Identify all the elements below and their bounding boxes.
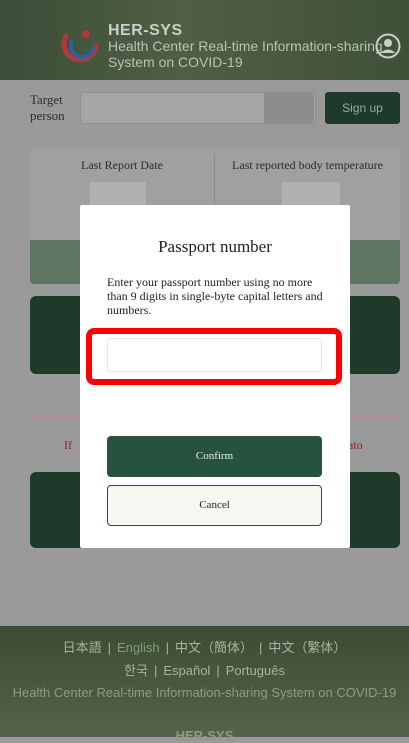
notice-text-right: ato bbox=[348, 438, 363, 452]
notice-text-left: If bbox=[64, 438, 72, 452]
brand-subtitle: Health Center Real-time Information-shar… bbox=[108, 38, 383, 70]
lang-english[interactable]: English bbox=[117, 640, 160, 655]
lang-spanish[interactable]: Español bbox=[163, 663, 210, 678]
modal-title: Passport number bbox=[158, 237, 272, 256]
lang-chinese-traditional[interactable]: 中文（繁体） bbox=[268, 640, 346, 655]
modal-description: Enter your passport number using no more… bbox=[107, 275, 323, 317]
last-temperature-label: Last reported body temperature bbox=[232, 158, 383, 172]
input-highlight-box bbox=[86, 328, 342, 385]
lang-portuguese[interactable]: Português bbox=[226, 663, 285, 678]
lang-chinese-simplified[interactable]: 中文（簡体） bbox=[175, 640, 253, 655]
language-row-2: 한국 | Español | Português bbox=[124, 663, 285, 678]
lang-japanese[interactable]: 日本語 bbox=[63, 640, 102, 655]
user-account-icon[interactable] bbox=[375, 33, 401, 59]
language-row-1: 日本語 | English | 中文（簡体） | 中文（繁体） bbox=[62, 640, 347, 655]
cancel-button[interactable]: Cancel bbox=[107, 485, 322, 526]
signup-button[interactable]: Sign up bbox=[325, 92, 400, 124]
last-report-date-label: Last Report Date bbox=[81, 158, 163, 172]
confirm-button[interactable]: Confirm bbox=[107, 436, 322, 477]
footer-description: Health Center Real-time Information-shar… bbox=[12, 685, 397, 700]
lang-korean[interactable]: 한국 bbox=[124, 663, 148, 678]
chevron-down-icon[interactable] bbox=[264, 93, 314, 123]
target-person-label: Target person bbox=[30, 92, 65, 123]
footer-brand: HER-SYS bbox=[175, 728, 234, 743]
her-sys-logo-icon bbox=[60, 24, 100, 64]
